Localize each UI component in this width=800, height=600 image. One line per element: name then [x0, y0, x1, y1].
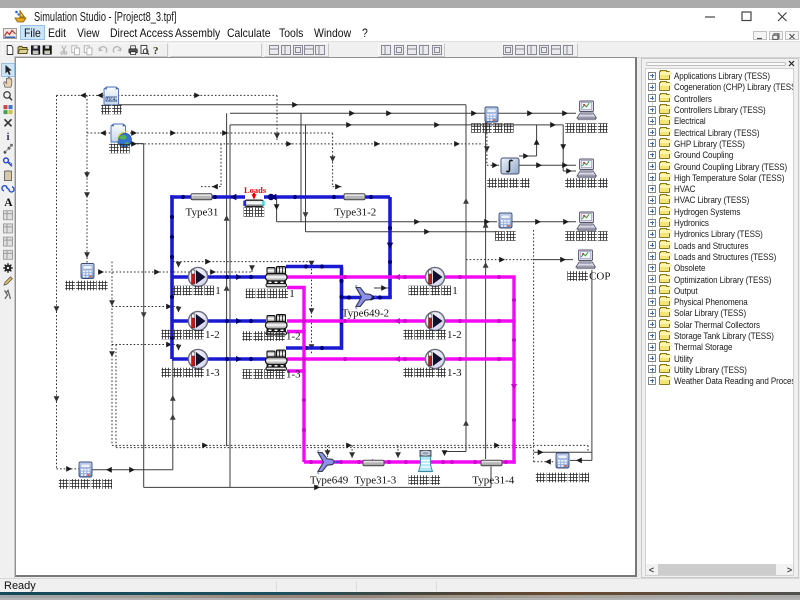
svg-text:1-3: 1-3	[447, 367, 462, 379]
svg-text:1-3: 1-3	[286, 369, 301, 381]
svg-text:1: 1	[289, 288, 295, 300]
svg-text:1-2: 1-2	[286, 331, 301, 343]
svg-text:1: 1	[215, 285, 221, 297]
svg-text:COP: COP	[589, 271, 610, 283]
svg-text:USER: USER	[106, 97, 118, 102]
svg-text:Type649-2: Type649-2	[342, 308, 390, 320]
svg-text:?: ?	[153, 45, 159, 57]
svg-text:1: 1	[452, 285, 458, 297]
svg-text:1-3: 1-3	[205, 367, 220, 379]
svg-text:1-2: 1-2	[205, 329, 220, 341]
svg-text:Loads: Loads	[244, 185, 267, 195]
svg-text:Type649: Type649	[310, 475, 349, 487]
svg-text:i: i	[7, 131, 10, 143]
svg-text:Type31-3: Type31-3	[354, 475, 396, 487]
svg-text:A: A	[4, 197, 13, 209]
svg-text:1-2: 1-2	[447, 329, 462, 341]
svg-text:Type31-4: Type31-4	[472, 475, 514, 487]
svg-text:Type31: Type31	[186, 207, 219, 219]
svg-text:Type31-2: Type31-2	[334, 207, 376, 219]
